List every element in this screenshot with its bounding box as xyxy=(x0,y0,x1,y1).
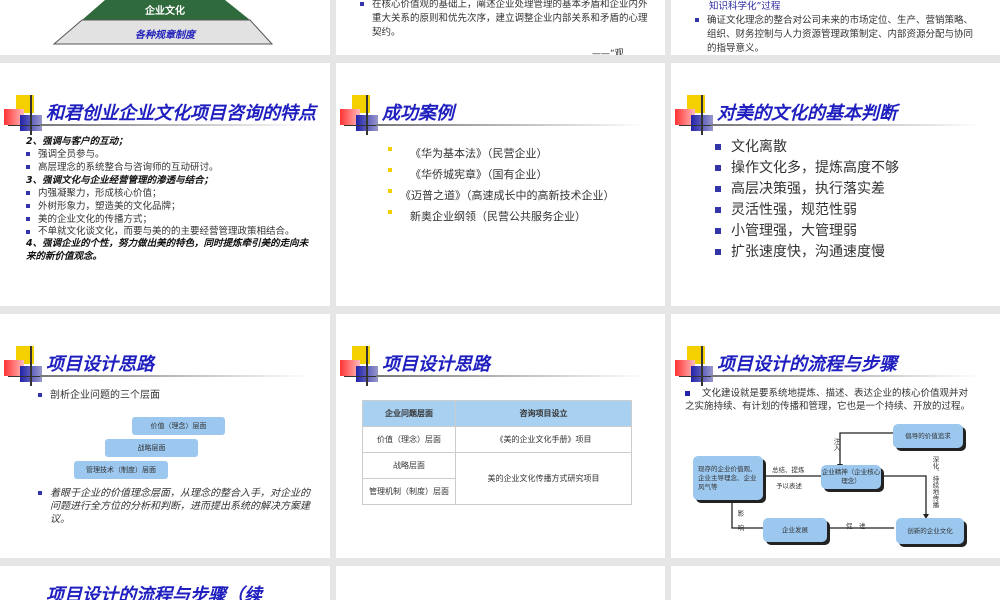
bullet-item: 外树形象力，塑造美的文化品牌； xyxy=(26,200,316,213)
flow-box-innovative-culture: 创新的企业文化 xyxy=(896,518,964,544)
heading-item: 3、强调文化与企业经营管理的渗透与结合； xyxy=(26,175,214,186)
slide-logo-icon xyxy=(340,346,382,386)
slide-thumbnail-11[interactable] xyxy=(336,566,665,600)
flow-box-current-values: 现存的企业价值观、企业主导理念、企业风气等 xyxy=(693,456,763,500)
slide-thumbnail-3[interactable]: 知识科学化”过程 确证文化理念的整合对公司未来的市场定位、生产、营销策略、组织、… xyxy=(671,0,1000,55)
table-header: 企业问题层面 xyxy=(361,400,457,427)
flow-label-spread: 深化、持续地传播 xyxy=(931,456,939,508)
case-item: 《迈普之道》（高速成长中的高新技术企业） xyxy=(388,185,646,206)
heading-item: 4、强调企业的个性，努力做出美的特色，同时提炼牵引美的走向未来的新价值观念。 xyxy=(26,238,309,262)
project-table: 企业问题层面 咨询项目设立 价值（理念）层面 《美的企业文化手册》项目 战略层面 美的… xyxy=(361,400,632,505)
slide-logo-icon xyxy=(340,95,382,135)
slide-title: 成功案例 xyxy=(382,103,454,124)
flow-box-enterprise-spirit: 企业精神（企业核心理念） xyxy=(821,465,881,489)
text-line: 知识科学化”过程 xyxy=(709,1,781,12)
judgment-item: 文化离散 xyxy=(715,137,975,158)
flow-label-express: 予以表述 xyxy=(776,482,802,490)
slide-logo-icon xyxy=(675,95,717,135)
slide-logo-icon xyxy=(4,95,46,135)
quote-mark: ——“观 xyxy=(592,49,624,55)
case-item: 《华为基本法》（民营企业） xyxy=(388,143,646,164)
judgment-item: 扩张速度快，沟通速度慢 xyxy=(715,242,975,263)
bullet-item: 着眼于企业的价值理念层面，从理念的整合入手，对企业的问题进行全方位的分析和判断，… xyxy=(38,487,310,526)
title-underline xyxy=(40,124,310,126)
slide-logo-icon xyxy=(4,346,46,386)
table-cell: 管理机制（制度）层面 xyxy=(361,478,457,505)
table-cell: 美的企业文化传播方式研究项目 xyxy=(455,452,632,505)
flow-label-summarize: 总结、提炼 xyxy=(772,466,805,474)
slide-title: 项目设计的流程与步骤（续 xyxy=(46,585,262,600)
bullet-text: 确证文化理念的整合对公司未来的市场定位、生产、营销策略、组织、财务控制与人力资源… xyxy=(695,14,977,55)
slide-thumbnail-9[interactable]: 项目设计的流程与步骤 文化建设就是要系统地提炼、描述、表达企业的核心价值观并对之… xyxy=(671,314,1000,558)
bullet-item: 高层理念的系统整合与咨询师的互动研讨。 xyxy=(26,161,316,174)
table-cell: 《美的企业文化手册》项目 xyxy=(455,426,632,453)
slide-thumbnail-5[interactable]: 成功案例 《华为基本法》（民营企业） 《华侨城宪章》（国有企业） 《迈普之道》（… xyxy=(336,63,665,306)
slide-thumbnail-1[interactable]: 企业文化 各种规章制度 xyxy=(0,0,330,55)
judgment-item: 操作文化多，提炼高度不够 xyxy=(715,158,975,179)
layer-box-value: 价值（理念）层面 xyxy=(132,417,225,435)
slide-thumbnail-4[interactable]: 和君创业企业文化项目咨询的特点 2、强调与客户的互动； 强调全员参与。 高层理念… xyxy=(0,63,330,306)
title-underline xyxy=(376,375,646,377)
flow-label-promote: 促 进 xyxy=(846,522,866,530)
slide-thumbnail-6[interactable]: 对美的文化的基本判断 文化离散 操作文化多，提炼高度不够 高层决策强，执行落实差… xyxy=(671,63,1000,306)
title-underline xyxy=(711,124,981,126)
bullet-text: 在核心价值观的基础上，阐述企业处理管理的基本矛盾和企业内外重大关系的原则和优先次… xyxy=(360,0,650,40)
bullet-item: 美的企业文化的传播方式； xyxy=(26,213,316,226)
slide-title: 项目设计思路 xyxy=(46,354,154,375)
layer-box-strategy: 战略层面 xyxy=(105,439,198,457)
slide-title: 项目设计思路 xyxy=(382,354,490,375)
bullet-item: 强调全员参与。 xyxy=(26,148,316,161)
judgment-item: 小管理强，大管理弱 xyxy=(715,221,975,242)
table-cell: 战略层面 xyxy=(361,452,457,479)
slide-title: 对美的文化的基本判断 xyxy=(717,103,897,124)
pyramid-base-label: 各种规章制度 xyxy=(135,30,195,41)
table-header: 咨询项目设立 xyxy=(455,400,632,427)
slide-thumbnail-12[interactable] xyxy=(671,566,1000,600)
flow-label-inject: 注入 xyxy=(832,438,840,451)
case-item: 《华侨城宪章》（国有企业） xyxy=(388,164,646,185)
title-underline xyxy=(40,375,310,377)
bullet-item: 内强凝聚力，形成核心价值； xyxy=(26,187,316,200)
slide-thumbnail-7[interactable]: 项目设计思路 剖析企业问题的三个层面 价值（理念）层面 战略层面 管理技术（制度… xyxy=(0,314,330,558)
flow-label-affect: 影响 xyxy=(736,510,744,539)
pyramid-apex-label: 企业文化 xyxy=(145,6,185,17)
table-cell: 价值（理念）层面 xyxy=(361,426,457,453)
slide-thumbnail-8[interactable]: 项目设计思路 企业问题层面 咨询项目设立 价值（理念）层面 《美的企业文化手册》项目… xyxy=(336,314,665,558)
slide-title: 和君创业企业文化项目咨询的特点 xyxy=(46,103,316,124)
slide-thumbnail-2[interactable]: 在核心价值观的基础上，阐述企业处理管理的基本矛盾和企业内外重大关系的原则和优先次… xyxy=(336,0,665,55)
judgment-item: 高层决策强，执行落实差 xyxy=(715,179,975,200)
layer-box-management: 管理技术（制度）层面 xyxy=(74,461,168,479)
case-item: 新奥企业纲领（民营公共服务企业） xyxy=(388,206,646,227)
flow-box-enterprise-development: 企业发展 xyxy=(763,518,827,542)
bullet-item: 不单就文化谈文化，而要与美的的主要经营管理政策相结合。 xyxy=(26,226,316,237)
bullet-item: 剖析企业问题的三个层面 xyxy=(38,389,298,402)
title-underline xyxy=(376,124,646,126)
slide-thumbnail-10[interactable]: 项目设计的流程与步骤（续 xyxy=(0,566,330,600)
flow-box-value-pursuit: 倡导的价值追求 xyxy=(893,424,963,448)
heading-item: 2、强调与客户的互动； xyxy=(26,136,128,147)
judgment-item: 灵活性强，规范性弱 xyxy=(715,200,975,221)
